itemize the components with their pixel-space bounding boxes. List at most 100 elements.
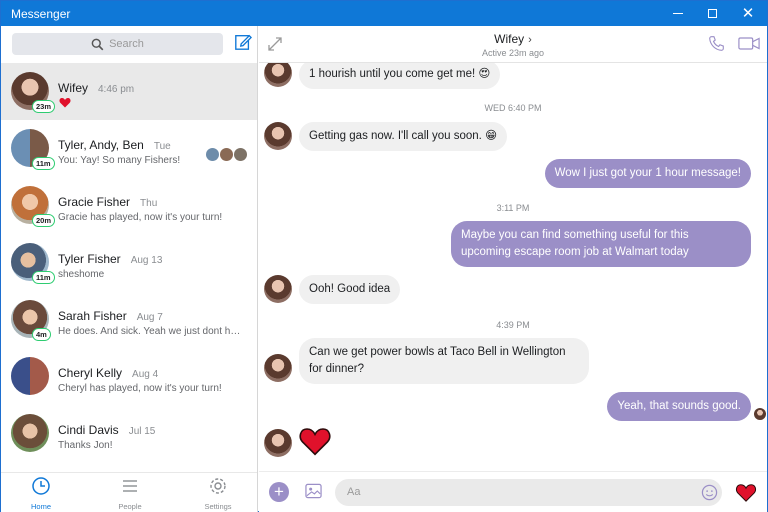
conversation-name: Cindi Davis [58,423,119,437]
timestamp: WED 6:40 PM [484,103,542,113]
conversation-name: Tyler, Andy, Ben [58,138,144,152]
conversation-name: Cheryl Kelly [58,366,123,380]
conversation-time: Aug 13 [130,255,163,266]
bottom-nav: Home People Settings [1,472,257,512]
video-icon[interactable] [738,36,760,51]
avatar [11,414,49,452]
chat-contact-name: Wifey [494,32,525,46]
title-bar: Messenger ✕ [1,1,767,26]
message-input[interactable]: Aa [335,479,722,506]
conversation-time: Jul 15 [128,426,156,437]
conversation-name: Tyler Fisher [58,252,121,266]
conversation-title-row: Tyler Fisher Aug 13 [58,252,162,266]
conversation-time: Aug 7 [136,312,163,323]
nav-people-label: People [118,502,142,511]
avatar [264,429,292,457]
heart-icon [299,428,331,456]
home-icon [32,477,50,495]
conversation-title-row: Cheryl Kelly Aug 4 [58,366,158,380]
search-input[interactable]: Search [12,33,223,55]
avatar [264,122,292,150]
conversation-title-row: Sarah Fisher Aug 7 [58,309,163,323]
active-time-badge: 11m [32,157,55,170]
message-bubble-outgoing: Yeah, that sounds good. [607,392,751,421]
active-time-badge: 11m [32,271,55,284]
minimize-button[interactable] [661,1,695,26]
avatar [220,148,233,161]
maximize-icon [707,9,717,18]
nav-settings[interactable]: Settings [188,476,248,511]
timestamp: 3:11 PM [496,203,530,213]
active-time-badge: 20m [32,214,56,227]
chat-panel: Wifey › Active 23m ago 1 hourish until yo… [259,26,767,512]
sidebar: Search 23m Wifey 4:46 pm 11m Tyler, Andy, [1,26,258,512]
conversation-item[interactable]: Cindi Davis Jul 15 Thanks Jon! [1,405,257,462]
image-icon[interactable] [305,483,322,499]
active-time-badge: 4m [32,328,51,341]
minimize-icon [673,13,683,14]
close-icon: ✕ [741,5,755,22]
conversation-name: Sarah Fisher [58,309,127,323]
nav-home[interactable]: Home [11,476,71,511]
close-button[interactable]: ✕ [731,1,765,26]
message-bubble-incoming: Getting gas now. I'll call you soon. 😁 [299,122,508,151]
active-time-badge: 23m [32,100,56,113]
message-bubble-incoming: Ooh! Good idea [299,275,401,304]
conversation-item[interactable]: 11m Tyler Fisher Aug 13 sheshome [1,234,257,291]
conversation-item[interactable]: Cheryl Kelly Aug 4 Cheryl has played, now… [1,348,257,405]
search-icon [91,38,104,50]
compose-icon[interactable] [234,33,252,51]
conversation-time: 4:46 pm [98,84,135,95]
message-thread: 1 hourish until you come get me! 😍 WED 6… [259,63,767,471]
avatar [264,354,292,382]
composer: + Aa [259,471,767,512]
avatar [234,148,247,161]
chat-status: Active 23m ago [481,48,545,58]
timestamp: 4:39 PM [496,320,530,330]
people-icon [123,480,137,492]
conversation-preview: He does. And sick. Yeah we just dont hea… [58,326,243,337]
conversation-title-row: Tyler, Andy, Ben Tue [58,138,171,152]
chevron-right-icon: › [528,34,532,46]
emoji-icon[interactable] [701,484,718,501]
conversation-title-row: Cindi Davis Jul 15 [58,423,155,437]
seen-avatars [206,148,247,161]
nav-settings-label: Settings [204,502,232,511]
settings-icon [210,478,226,494]
avatar [11,357,49,395]
conversation-list: 23m Wifey 4:46 pm 11m Tyler, Andy, Ben Tue… [1,63,257,472]
conversation-item[interactable]: 11m Tyler, Andy, Ben Tue You: Yay! So man… [1,120,257,177]
message-bubble-incoming: Can we get power bowls at Taco Bell in W… [299,338,589,384]
avatar [206,148,219,161]
conversation-item[interactable]: 4m Sarah Fisher Aug 7 He does. And sick. … [1,291,257,348]
conversation-title-row: Wifey 4:46 pm [58,81,134,95]
conversation-time: Thu [140,198,158,209]
message-input-placeholder: Aa [347,486,361,498]
conversation-time: Aug 4 [132,369,159,380]
conversation-title-row: Gracie Fisher Thu [58,195,157,209]
avatar [264,63,292,87]
heart-icon [59,98,71,108]
conversation-preview: You: Yay! So many Fishers! [58,155,181,166]
search-placeholder: Search [109,38,144,50]
chat-header: Wifey › Active 23m ago [259,26,767,63]
conversation-preview: Thanks Jon! [58,440,113,451]
conversation-name: Gracie Fisher [58,195,131,209]
message-bubble-outgoing: Maybe you can find something useful for … [451,221,751,267]
conversation-name: Wifey [58,81,88,95]
chat-title[interactable]: Wifey › [259,32,767,46]
conversation-time: Tue [153,141,171,152]
conversation-item[interactable]: 23m Wifey 4:46 pm [1,63,257,120]
avatar [264,275,292,303]
messenger-window: Messenger ✕ Search 23m Wifey 4:46 pm 11m… [0,0,768,512]
maximize-button[interactable] [695,1,729,26]
app-title: Messenger [11,7,71,21]
conversation-item[interactable]: 20m Gracie Fisher Thu Gracie has played, … [1,177,257,234]
conversation-preview: Gracie has played, now it's your turn! [58,212,223,223]
send-heart-icon[interactable] [735,483,757,502]
nav-people[interactable]: People [100,476,160,511]
seen-avatar [754,408,766,420]
message-bubble-incoming: 1 hourish until you come get me! 😍 [299,63,501,89]
phone-icon[interactable] [708,35,725,52]
plus-icon[interactable]: + [269,482,289,502]
